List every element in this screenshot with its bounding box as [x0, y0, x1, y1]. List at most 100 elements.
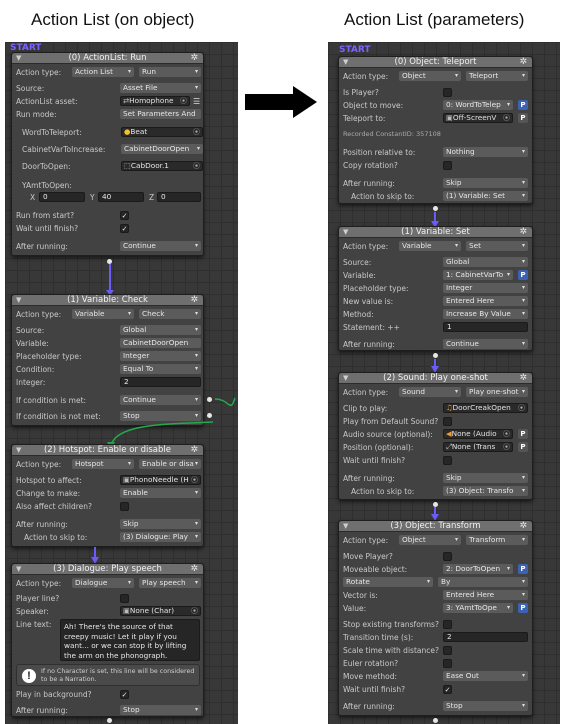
placeholder-dropdown[interactable]: Integer ▾ — [120, 351, 201, 361]
moveable-object-dropdown[interactable]: 2: DoorToOpen ▾ — [443, 564, 513, 574]
action-subtype-dropdown[interactable]: Play one-shot ▾ — [466, 387, 528, 397]
node-output-dot[interactable] — [107, 718, 112, 723]
teleport-to-field[interactable]: ▣Off-ScreenV ⦿ — [443, 113, 513, 123]
collapse-icon[interactable]: ▼ — [16, 53, 21, 64]
action-type-dropdown[interactable]: Variable ▾ — [72, 309, 134, 319]
vector-dropdown[interactable]: Entered Here ▾ — [443, 590, 528, 600]
position-field[interactable]: ⤢None (Trans ⦿ — [443, 442, 513, 452]
action-type-dropdown[interactable]: Object ▾ — [399, 535, 461, 545]
run-mode-dropdown[interactable]: Set Parameters And — [120, 109, 201, 119]
background-checkbox[interactable]: ✓ — [120, 690, 129, 699]
node-header[interactable]: ▼ (1) Variable: Check ✲ — [12, 295, 203, 306]
line-text-area[interactable]: Ah! There's the source of that creepy mu… — [60, 619, 200, 661]
source-dropdown[interactable]: Global ▾ — [120, 325, 201, 335]
collapse-icon[interactable]: ▼ — [16, 564, 21, 575]
new-value-dropdown[interactable]: Entered Here ▾ — [443, 296, 528, 306]
node-header[interactable]: ▼ (3) Object: Transform ✲ — [339, 521, 532, 532]
action-type-dropdown[interactable]: Object ▾ — [399, 71, 461, 81]
action-subtype-dropdown[interactable]: Check ▾ — [139, 309, 201, 319]
action-type-dropdown[interactable]: Hotspot ▾ — [72, 459, 134, 469]
run-start-checkbox[interactable]: ✓ — [120, 211, 129, 220]
skip-to-dropdown[interactable]: (1) Variable: Set ▾ — [443, 191, 528, 201]
position-relative-dropdown[interactable]: Nothing ▾ — [443, 147, 528, 157]
node-header[interactable]: ▼ (0) Object: Teleport ✲ — [339, 57, 532, 68]
right-node-canvas[interactable]: START ▼ (0) Object: Teleport ✲ Action ty… — [328, 42, 560, 724]
skip-to-dropdown[interactable]: (3) Dialogue: Play ▾ — [120, 532, 201, 542]
after-running-dropdown[interactable]: Skip ▾ — [120, 519, 201, 529]
collapse-icon[interactable]: ▼ — [343, 373, 348, 384]
hotspot-field[interactable]: ▣PhonoNeedle (H ⦿ — [120, 475, 201, 485]
variable-dropdown[interactable]: CabinetDoorOpen — [120, 338, 201, 348]
gear-icon[interactable]: ✲ — [190, 564, 198, 575]
gear-icon[interactable]: ✲ — [190, 445, 198, 456]
is-player-checkbox[interactable] — [443, 88, 452, 97]
transition-time-field[interactable]: 2 — [443, 632, 528, 642]
node-header[interactable]: ▼ (2) Sound: Play one-shot ✲ — [339, 373, 532, 384]
wait-checkbox[interactable] — [443, 456, 452, 465]
node-object-teleport[interactable]: ▼ (0) Object: Teleport ✲ Action type: Ob… — [338, 56, 533, 204]
audio-source-field[interactable]: ◀None (Audio ⦿ — [443, 429, 513, 439]
action-subtype-dropdown[interactable]: Set ▾ — [466, 241, 528, 251]
action-subtype-dropdown[interactable]: Enable or disa ▾ — [139, 459, 201, 469]
transform-type-dropdown[interactable]: Rotate ▾ — [343, 577, 433, 587]
node-output-dot[interactable] — [433, 718, 438, 723]
node-header[interactable]: ▼ (1) Variable: Set ✲ — [339, 227, 532, 238]
gear-icon[interactable]: ✲ — [519, 227, 527, 238]
node-dialogue-play-speech[interactable]: ▼ (3) Dialogue: Play speech ✲ Action typ… — [11, 563, 204, 717]
node-header[interactable]: ▼ (2) Hotspot: Enable or disable ✲ — [12, 445, 203, 456]
after-running-dropdown[interactable]: Skip ▾ — [443, 473, 528, 483]
node-sound-play-one-shot[interactable]: ▼ (2) Sound: Play one-shot ✲ Action type… — [338, 372, 533, 500]
change-dropdown[interactable]: Enable ▾ — [120, 488, 201, 498]
action-type-dropdown[interactable]: Dialogue ▾ — [72, 578, 134, 588]
node-variable-set[interactable]: ▼ (1) Variable: Set ✲ Action type: Varia… — [338, 226, 533, 351]
node-actionlist-run[interactable]: ▼ (0) ActionList: Run ✲ Action type: Act… — [11, 52, 204, 256]
value-dropdown[interactable]: 3: YAmtToOpe ▾ — [443, 603, 513, 613]
parameter-button[interactable]: P — [518, 442, 528, 452]
parameter-button[interactable]: P — [518, 603, 528, 613]
parameter-button[interactable]: P — [518, 429, 528, 439]
action-subtype-dropdown[interactable]: Play speech ▾ — [139, 578, 201, 588]
player-line-checkbox[interactable] — [120, 594, 129, 603]
left-node-canvas[interactable]: START ▼ (0) ActionList: Run ✲ Action typ… — [5, 42, 238, 724]
action-type-dropdown[interactable]: Variable ▾ — [399, 241, 461, 251]
after-running-dropdown[interactable]: Skip ▾ — [443, 178, 528, 188]
action-type-dropdown[interactable]: Action List ▾ — [72, 67, 134, 77]
copy-rotation-checkbox[interactable] — [443, 161, 452, 170]
gear-icon[interactable]: ✲ — [519, 57, 527, 68]
z-field[interactable]: 0 — [157, 192, 201, 202]
gear-icon[interactable]: ✲ — [190, 295, 198, 306]
scale-time-checkbox[interactable] — [443, 646, 452, 655]
method-dropdown[interactable]: Increase By Value ▾ — [443, 309, 528, 319]
transform-mode-dropdown[interactable]: By ▾ — [438, 577, 528, 587]
collapse-icon[interactable]: ▼ — [343, 57, 348, 68]
stop-transforms-checkbox[interactable] — [443, 620, 452, 629]
default-sound-checkbox[interactable] — [443, 417, 452, 426]
children-checkbox[interactable] — [120, 502, 129, 511]
source-dropdown[interactable]: Asset File ▾ — [120, 83, 201, 93]
move-method-dropdown[interactable]: Ease Out ▾ — [443, 671, 528, 681]
gear-icon[interactable]: ✲ — [519, 373, 527, 384]
collapse-icon[interactable]: ▼ — [16, 445, 21, 456]
x-field[interactable]: 0 — [39, 192, 85, 202]
integer-field[interactable]: 2 — [120, 377, 201, 387]
node-object-transform[interactable]: ▼ (3) Object: Transform ✲ Action type: O… — [338, 520, 533, 716]
wait-checkbox[interactable]: ✓ — [443, 685, 452, 694]
parameter-button[interactable]: P — [518, 270, 528, 280]
after-running-dropdown[interactable]: Continue ▾ — [120, 241, 201, 251]
node-hotspot-enable[interactable]: ▼ (2) Hotspot: Enable or disable ✲ Actio… — [11, 444, 204, 547]
node-output-dot[interactable] — [433, 206, 438, 211]
node-header[interactable]: ▼ (0) ActionList: Run ✲ — [12, 53, 203, 64]
wait-checkbox[interactable]: ✓ — [120, 224, 129, 233]
parameter-button[interactable]: P — [518, 564, 528, 574]
clip-field[interactable]: ♫DoorCreakOpen ⦿ — [443, 403, 528, 413]
action-subtype-dropdown[interactable]: Run ▾ — [139, 67, 201, 77]
skip-to-dropdown[interactable]: (3) Object: Transfo ▾ — [443, 486, 528, 496]
source-dropdown[interactable]: Global ▾ — [443, 257, 528, 267]
cabinet-dropdown[interactable]: CabinetDoorOpen ▾ — [121, 144, 203, 154]
gear-icon[interactable]: ✲ — [519, 521, 527, 532]
action-subtype-dropdown[interactable]: Teleport ▾ — [466, 71, 528, 81]
collapse-icon[interactable]: ▼ — [16, 295, 21, 306]
object-to-move-dropdown[interactable]: 0: WordToTelep ▾ — [443, 100, 513, 110]
after-running-dropdown[interactable]: Continue ▾ — [443, 339, 528, 349]
euler-rotation-checkbox[interactable] — [443, 659, 452, 668]
